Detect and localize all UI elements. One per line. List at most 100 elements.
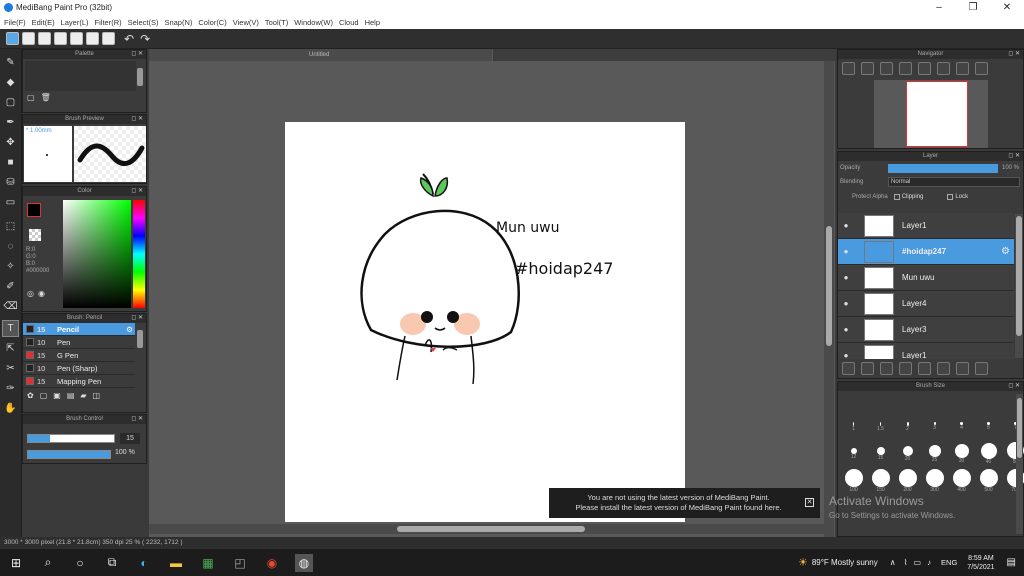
zoom-in-icon[interactable]	[842, 62, 855, 75]
hue-slider[interactable]	[133, 200, 145, 308]
minimize-button[interactable]: –	[922, 0, 956, 15]
eraser-tool-icon[interactable]: ◆	[3, 75, 18, 90]
gear-icon[interactable]: ⚙	[126, 325, 133, 334]
weather-icon[interactable]: ☀	[798, 556, 808, 569]
brush-size-cell[interactable]: 100	[840, 467, 867, 494]
layer-item[interactable]: ● #hoidap247 ⚙	[838, 239, 1014, 265]
palette-scrollbar[interactable]	[137, 68, 143, 86]
brush-size-value[interactable]: 15	[120, 433, 140, 444]
brush-item[interactable]: 15 Pencil ⚙	[23, 323, 135, 336]
magic-wand-icon[interactable]: ✧	[3, 259, 18, 274]
brush-tool-icon[interactable]: ✎	[3, 55, 18, 70]
brush-opacity-slider[interactable]	[27, 450, 111, 459]
layer-item[interactable]: ● Mun uwu	[838, 265, 1014, 291]
update-notification[interactable]: You are not using the latest version of …	[549, 488, 820, 518]
import-brush-icon[interactable]: ▣	[53, 391, 61, 400]
menu-color[interactable]: Color(C)	[198, 18, 226, 27]
eye-icon[interactable]: ●	[840, 273, 852, 282]
transparent-color[interactable]	[29, 229, 41, 241]
menu-cloud[interactable]: Cloud	[339, 18, 359, 27]
clock[interactable]: 8:59 AM 7/5/2021	[967, 554, 994, 572]
panel-close-icon[interactable]: ◻ ✕	[131, 187, 143, 196]
fullscreen-icon[interactable]	[937, 62, 950, 75]
layers-icon[interactable]	[70, 32, 83, 45]
opacity-slider[interactable]	[888, 163, 998, 173]
eyedropper-icon[interactable]: ✑	[3, 381, 18, 396]
lock-checkbox-box[interactable]	[947, 194, 954, 200]
duplicate-icon[interactable]: ◫	[93, 391, 101, 400]
copy-brush-icon[interactable]: ▤	[67, 391, 75, 400]
blending-select[interactable]: Normal	[888, 177, 1020, 187]
open-file-icon[interactable]	[38, 32, 51, 45]
cloud-icon[interactable]	[6, 32, 19, 45]
move-tool-icon[interactable]: ✥	[3, 135, 18, 150]
brush-size-cell[interactable]: 3	[921, 413, 948, 440]
folder-icon[interactable]: ▰	[80, 391, 86, 400]
brush-item[interactable]: 15 G Pen	[23, 349, 135, 362]
grid-icon[interactable]	[86, 32, 99, 45]
select-eraser-icon[interactable]: ⌫	[3, 299, 18, 314]
store-icon[interactable]: ◰	[231, 554, 249, 572]
brush-size-cell[interactable]: 20	[894, 440, 921, 467]
brush-item[interactable]: 15 Mapping Pen	[23, 375, 135, 388]
menu-layer[interactable]: Layer(L)	[61, 18, 89, 27]
brush-size-cell[interactable]: 2	[894, 413, 921, 440]
menu-help[interactable]: Help	[365, 18, 380, 27]
bucket-icon[interactable]: ⛁	[3, 175, 18, 190]
excel-icon[interactable]: ▦	[199, 554, 217, 572]
layer-menu-icon[interactable]	[975, 362, 988, 375]
rotate-left-icon[interactable]	[918, 62, 931, 75]
close-button[interactable]: ✕	[990, 0, 1024, 15]
menu-file[interactable]: File(F)	[4, 18, 26, 27]
brush-size-cell[interactable]: 5	[975, 413, 1002, 440]
brush-size-cell[interactable]: 40	[975, 440, 1002, 467]
medibang-taskbar-icon[interactable]: ◍	[295, 553, 313, 572]
brush-size-cell[interactable]: 300	[921, 467, 948, 494]
menu-filter[interactable]: Filter(R)	[95, 18, 122, 27]
volume-icon[interactable]: ♪	[927, 558, 931, 567]
panel-close-icon[interactable]: ◻ ✕	[131, 415, 143, 424]
hand-tool-icon[interactable]: ✋	[3, 401, 18, 416]
layer-item[interactable]: ● Layer1	[838, 213, 1014, 239]
pen-tool-icon[interactable]: ✒	[3, 115, 18, 130]
brush-size-scrollbar[interactable]	[1016, 394, 1023, 534]
new-file-icon[interactable]	[22, 32, 35, 45]
language-indicator[interactable]: ENG	[941, 558, 957, 567]
brush-size-slider[interactable]	[27, 434, 115, 443]
fit-icon[interactable]	[880, 62, 893, 75]
new-8bit-layer-icon[interactable]	[880, 362, 893, 375]
brush-size-cell[interactable]: 400	[948, 467, 975, 494]
redo-icon[interactable]: ↷	[140, 32, 150, 46]
layer-item[interactable]: ● Layer3	[838, 317, 1014, 343]
menu-view[interactable]: View(V)	[233, 18, 259, 27]
brush-size-cell[interactable]: 500	[975, 467, 1002, 494]
file-explorer-icon[interactable]: ▬	[167, 554, 185, 572]
panel-close-icon[interactable]: ◻ ✕	[131, 314, 143, 323]
brush-size-cell[interactable]: 4	[948, 413, 975, 440]
brush-item[interactable]: 10 Pen	[23, 336, 135, 349]
fill-rect-icon[interactable]: ■	[3, 155, 18, 170]
text-tool-icon[interactable]: T	[2, 320, 19, 337]
layer-folder-icon[interactable]	[918, 362, 931, 375]
layer-item[interactable]: ● Layer4	[838, 291, 1014, 317]
brush-size-cell[interactable]: 200	[894, 467, 921, 494]
rotate-right-icon[interactable]	[956, 62, 969, 75]
notification-center-icon[interactable]: ▤	[1007, 557, 1016, 568]
tray-chevron-icon[interactable]: ∧	[890, 558, 896, 567]
panel-close-icon[interactable]: ◻ ✕	[131, 50, 143, 59]
navigator-preview[interactable]	[874, 80, 988, 148]
eye-icon[interactable]: ●	[840, 351, 852, 359]
drawing-canvas[interactable]: Mun uwu #hoidap247	[285, 122, 685, 522]
eye-icon[interactable]: ●	[840, 221, 852, 230]
menu-snap[interactable]: Snap(N)	[164, 18, 192, 27]
brush-item[interactable]: 10 Pen (Sharp)	[23, 362, 135, 375]
menu-tool[interactable]: Tool(T)	[265, 18, 288, 27]
layer-scrollbar[interactable]	[1015, 214, 1023, 358]
layer-item[interactable]: ● Layer1	[838, 343, 1014, 359]
color-wheel-icon[interactable]: ◎	[27, 289, 34, 298]
merge-down-icon[interactable]	[937, 362, 950, 375]
marquee-icon[interactable]: ⬚	[3, 219, 18, 234]
brush-size-cell[interactable]: 150	[867, 467, 894, 494]
operation-tool-icon[interactable]: ⇱	[3, 341, 18, 356]
eye-icon[interactable]: ●	[840, 299, 852, 308]
